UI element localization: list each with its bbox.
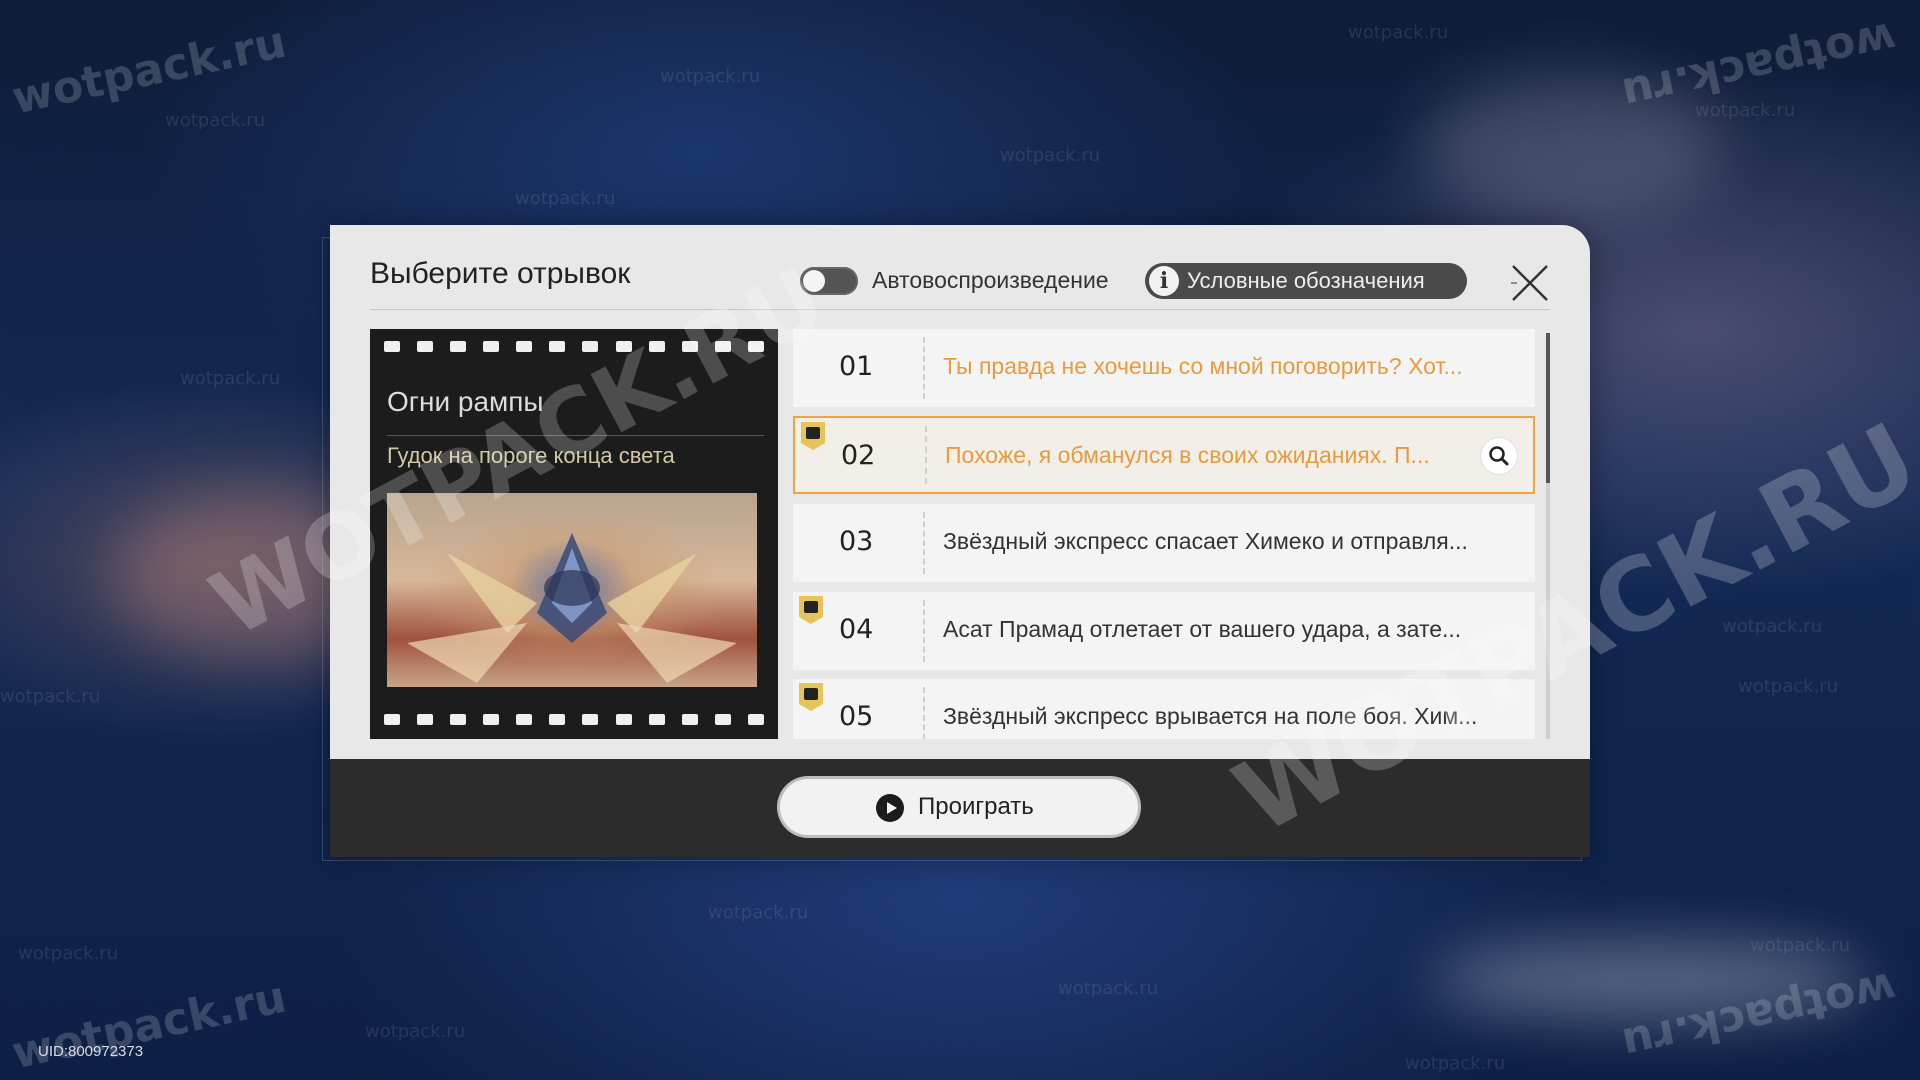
row-divider (923, 337, 925, 399)
row-divider (923, 687, 925, 739)
uid-label: UID:800972373 (38, 1043, 144, 1060)
segment-number: 04 (839, 614, 874, 645)
header-divider (370, 309, 1550, 310)
watermark: wotpack.ru (1000, 145, 1101, 166)
watermark: wotpack.ru (1750, 935, 1851, 956)
video-icon (799, 683, 823, 711)
segment-text: Ты правда не хочешь со мной поговорить? … (943, 353, 1463, 379)
watermark: wotpack.ru (365, 1021, 466, 1042)
play-button[interactable]: Проиграть (780, 779, 1138, 835)
segment-row-01[interactable]: 01 Ты правда не хочешь со мной поговорит… (793, 329, 1535, 407)
segment-text: Похоже, я обманулся в своих ожиданиях. П… (945, 442, 1430, 468)
legend-label: Условные обозначения (1187, 268, 1425, 293)
row-divider (923, 600, 925, 662)
search-icon[interactable] (1481, 438, 1517, 474)
segment-row-02[interactable]: 02 Похоже, я обманулся в своих ожиданиях… (793, 416, 1535, 494)
watermark: wotpack.ru (1348, 22, 1449, 43)
dialog-title: Выберите отрывок (370, 257, 631, 290)
autoplay-label: Автовоспроизведение (872, 267, 1109, 293)
segment-text: Звёздный экспресс спасает Химеко и отпра… (943, 528, 1468, 554)
segment-number: 01 (839, 351, 874, 382)
watermark: wotpack.ru (515, 188, 616, 209)
close-icon[interactable] (1507, 260, 1553, 306)
watermark: wotpack.ru (660, 66, 761, 87)
info-icon: i (1149, 266, 1179, 296)
watermark: wotpack.ru (708, 902, 809, 923)
segment-number: 02 (841, 440, 876, 471)
watermark: wotpack.ru (1405, 1053, 1506, 1074)
row-divider (923, 512, 925, 574)
watermark: wotpack.ru (7, 16, 291, 125)
watermark: wotpack.ru (7, 971, 291, 1080)
scrollbar-thumb[interactable] (1546, 333, 1550, 483)
watermark: wotpack.ru (180, 368, 281, 389)
watermark: wotpack.ru (1695, 100, 1796, 121)
play-label: Проиграть (918, 793, 1034, 820)
image-icon (801, 422, 825, 450)
watermark: wotpack.ru (18, 943, 119, 964)
legend-button[interactable]: i Условные обозначения (1145, 263, 1467, 299)
segment-number: 05 (839, 701, 874, 732)
film-perforation-bottom (384, 714, 764, 726)
segment-text: Асат Прамад отлетает от вашего удара, а … (943, 616, 1462, 642)
watermark: wotpack.ru (0, 686, 101, 707)
watermark: wotpack.ru (1058, 978, 1159, 999)
row-divider (925, 426, 927, 484)
segment-row-03[interactable]: 03 Звёздный экспресс спасает Химеко и от… (793, 504, 1535, 582)
video-icon (799, 596, 823, 624)
watermark: wotpack.ru (1738, 676, 1839, 697)
play-icon (876, 794, 904, 822)
watermark: wotpack.ru (165, 110, 266, 131)
segment-number: 03 (839, 526, 874, 557)
watermark: wotpack.ru (1722, 616, 1823, 637)
